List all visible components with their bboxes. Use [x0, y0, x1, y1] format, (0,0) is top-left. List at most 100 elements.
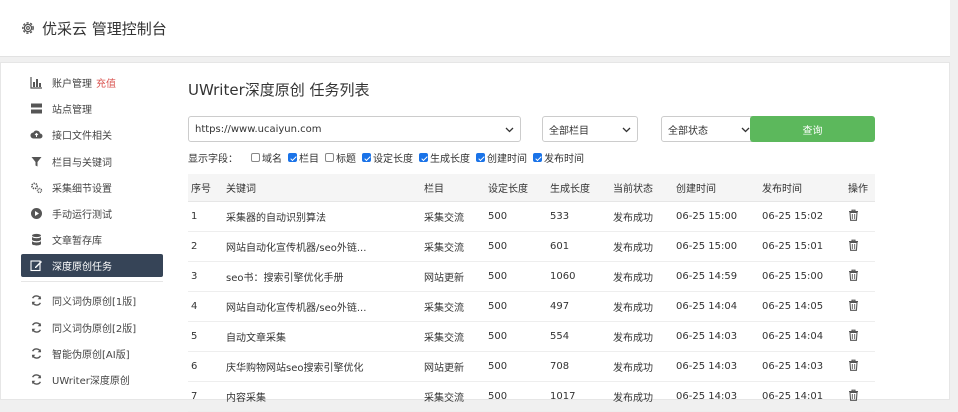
row-publish-time: 06-25 14:03	[759, 351, 845, 382]
sidebar-item-article-storage[interactable]: 文章暂存库	[21, 228, 163, 251]
trash-icon[interactable]	[848, 269, 859, 281]
sidebar-item-manual-run[interactable]: 手动运行测试	[21, 202, 163, 225]
table-row: 5 自动文章采集 采集交流 500 554 发布成功 06-25 14:03 06-25 14…	[188, 321, 875, 352]
checkbox[interactable]	[325, 153, 334, 162]
row-status: 发布成功	[610, 201, 673, 232]
sidebar-item-collect-settings[interactable]: 采集细节设置	[21, 176, 163, 199]
page-title: UWriter深度原创 任务列表	[188, 81, 370, 99]
row-set-length: 500	[485, 201, 547, 232]
trash-icon[interactable]	[848, 329, 859, 341]
column-header: 创建时间	[673, 174, 759, 202]
site-select-value: https://www.ucaiyun.com	[195, 123, 322, 135]
row-create-time: 06-25 14:03	[673, 381, 759, 412]
column-header: 操作	[845, 174, 875, 202]
checkbox[interactable]	[419, 153, 428, 162]
row-index: 3	[188, 261, 223, 292]
checkbox[interactable]	[362, 153, 371, 162]
sidebar-item-synonym-v1[interactable]: 同义词伪原创[1版]	[21, 289, 163, 312]
field-checkbox-create-time[interactable]: 创建时间	[476, 150, 527, 165]
column-header: 当前状态	[610, 174, 673, 202]
task-table: 序号 关键词 栏目 设定长度 生成长度 当前状态 创建时间 发布时间 操作 1采…	[188, 174, 875, 412]
sidebar-item-label: 同义词伪原创[2版]	[52, 323, 137, 335]
row-create-time: 06-25 15:00	[673, 231, 759, 262]
row-status: 发布成功	[610, 261, 673, 292]
trash-icon[interactable]	[848, 359, 859, 371]
field-checkbox-domain[interactable]: 域名	[251, 150, 282, 165]
field-checkbox-set-length[interactable]: 设定长度	[362, 150, 413, 165]
refresh-icon	[30, 347, 43, 360]
sidebar-divider	[21, 281, 163, 283]
table-row: 6 庆华购物网站seo搜索引擎优化 网站更新 500 708 发布成功 06-25 14:0…	[188, 351, 875, 382]
sidebar-item-account[interactable]: 账户管理 充值	[21, 71, 163, 94]
field-checkbox-publish-time[interactable]: 发布时间	[533, 150, 584, 165]
recharge-link[interactable]: 充值	[96, 75, 116, 90]
row-actions	[845, 231, 875, 262]
trash-icon[interactable]	[848, 209, 859, 221]
sidebar-item-api-files[interactable]: 接口文件相关	[21, 123, 163, 146]
table-row: 1 采集器的自动识别算法 采集交流 500 533 发布成功 06-25 15:00 06-2…	[188, 201, 875, 232]
row-set-length: 500	[485, 321, 547, 352]
column-header: 发布时间	[759, 174, 845, 202]
trash-icon[interactable]	[848, 239, 859, 251]
checkbox-label: 域名	[262, 154, 282, 165]
sidebar-item-label: 站点管理	[52, 105, 92, 117]
field-checkbox-gen-length[interactable]: 生成长度	[419, 150, 470, 165]
chevron-down-icon	[741, 127, 750, 132]
site-select[interactable]: https://www.ucaiyun.com	[188, 116, 521, 142]
chevron-down-icon	[505, 127, 514, 132]
row-gen-length: 1060	[547, 261, 610, 292]
refresh-icon	[30, 321, 43, 334]
sidebar-item-label: UWriter深度原创	[52, 375, 130, 387]
row-create-time: 06-25 14:59	[673, 261, 759, 292]
display-fields-label: 显示字段：	[188, 154, 238, 165]
sidebar-item-sites[interactable]: 站点管理	[21, 97, 163, 120]
column-header: 关键词	[223, 174, 421, 202]
sidebar-item-columns-keywords[interactable]: 栏目与关键词	[21, 150, 163, 173]
checkbox[interactable]	[533, 153, 542, 162]
sidebar: 账户管理 充值 站点管理 接口文件相关 栏目与关键词 采集细节设置 手动运行测试 …	[21, 71, 163, 394]
sidebar-item-deep-original-tasks[interactable]: 深度原创任务	[21, 254, 163, 278]
sidebar-item-synonym-v2[interactable]: 同义词伪原创[2版]	[21, 316, 163, 339]
app-title: 优采云 管理控制台	[42, 19, 167, 38]
trash-icon[interactable]	[848, 389, 859, 401]
sidebar-item-uwriter[interactable]: UWriter深度原创	[21, 368, 163, 391]
row-status: 发布成功	[610, 321, 673, 352]
play-circle-icon	[30, 207, 43, 220]
row-gen-length: 533	[547, 201, 610, 232]
sidebar-item-label: 账户管理	[52, 79, 92, 90]
checkbox-label: 栏目	[299, 154, 319, 165]
row-publish-time: 06-25 14:01	[759, 381, 845, 412]
sidebar-item-label: 接口文件相关	[52, 131, 112, 143]
row-index: 2	[188, 231, 223, 262]
row-publish-time: 06-25 14:04	[759, 321, 845, 352]
sidebar-item-label: 智能伪原创[AI版]	[52, 349, 130, 361]
row-gen-length: 708	[547, 351, 610, 382]
sidebar-item-label: 深度原创任务	[52, 262, 112, 274]
row-set-length: 500	[485, 261, 547, 292]
row-index: 5	[188, 321, 223, 352]
gears-icon	[30, 181, 43, 194]
bar-chart-icon	[30, 76, 43, 89]
row-index: 7	[188, 381, 223, 412]
column-header: 序号	[188, 174, 223, 202]
row-keyword: 采集器的自动识别算法	[223, 201, 421, 232]
field-checkbox-column[interactable]: 栏目	[288, 150, 319, 165]
query-button[interactable]: 查询	[750, 116, 875, 142]
column-select[interactable]: 全部栏目	[542, 116, 638, 142]
database-icon	[30, 233, 43, 246]
checkbox-label: 发布时间	[544, 154, 584, 165]
row-create-time: 06-25 14:03	[673, 351, 759, 382]
status-select[interactable]: 全部状态	[661, 116, 757, 142]
row-column: 采集交流	[421, 201, 485, 232]
row-create-time: 06-25 15:00	[673, 201, 759, 232]
checkbox[interactable]	[476, 153, 485, 162]
field-checkbox-title[interactable]: 标题	[325, 150, 356, 165]
sidebar-item-ai-rewrite[interactable]: 智能伪原创[AI版]	[21, 342, 163, 365]
checkbox[interactable]	[251, 153, 260, 162]
trash-icon[interactable]	[848, 299, 859, 311]
row-actions	[845, 381, 875, 412]
checkbox[interactable]	[288, 153, 297, 162]
filter-icon	[30, 155, 43, 168]
row-status: 发布成功	[610, 231, 673, 262]
main-panel: 账户管理 充值 站点管理 接口文件相关 栏目与关键词 采集细节设置 手动运行测试 …	[0, 62, 950, 412]
